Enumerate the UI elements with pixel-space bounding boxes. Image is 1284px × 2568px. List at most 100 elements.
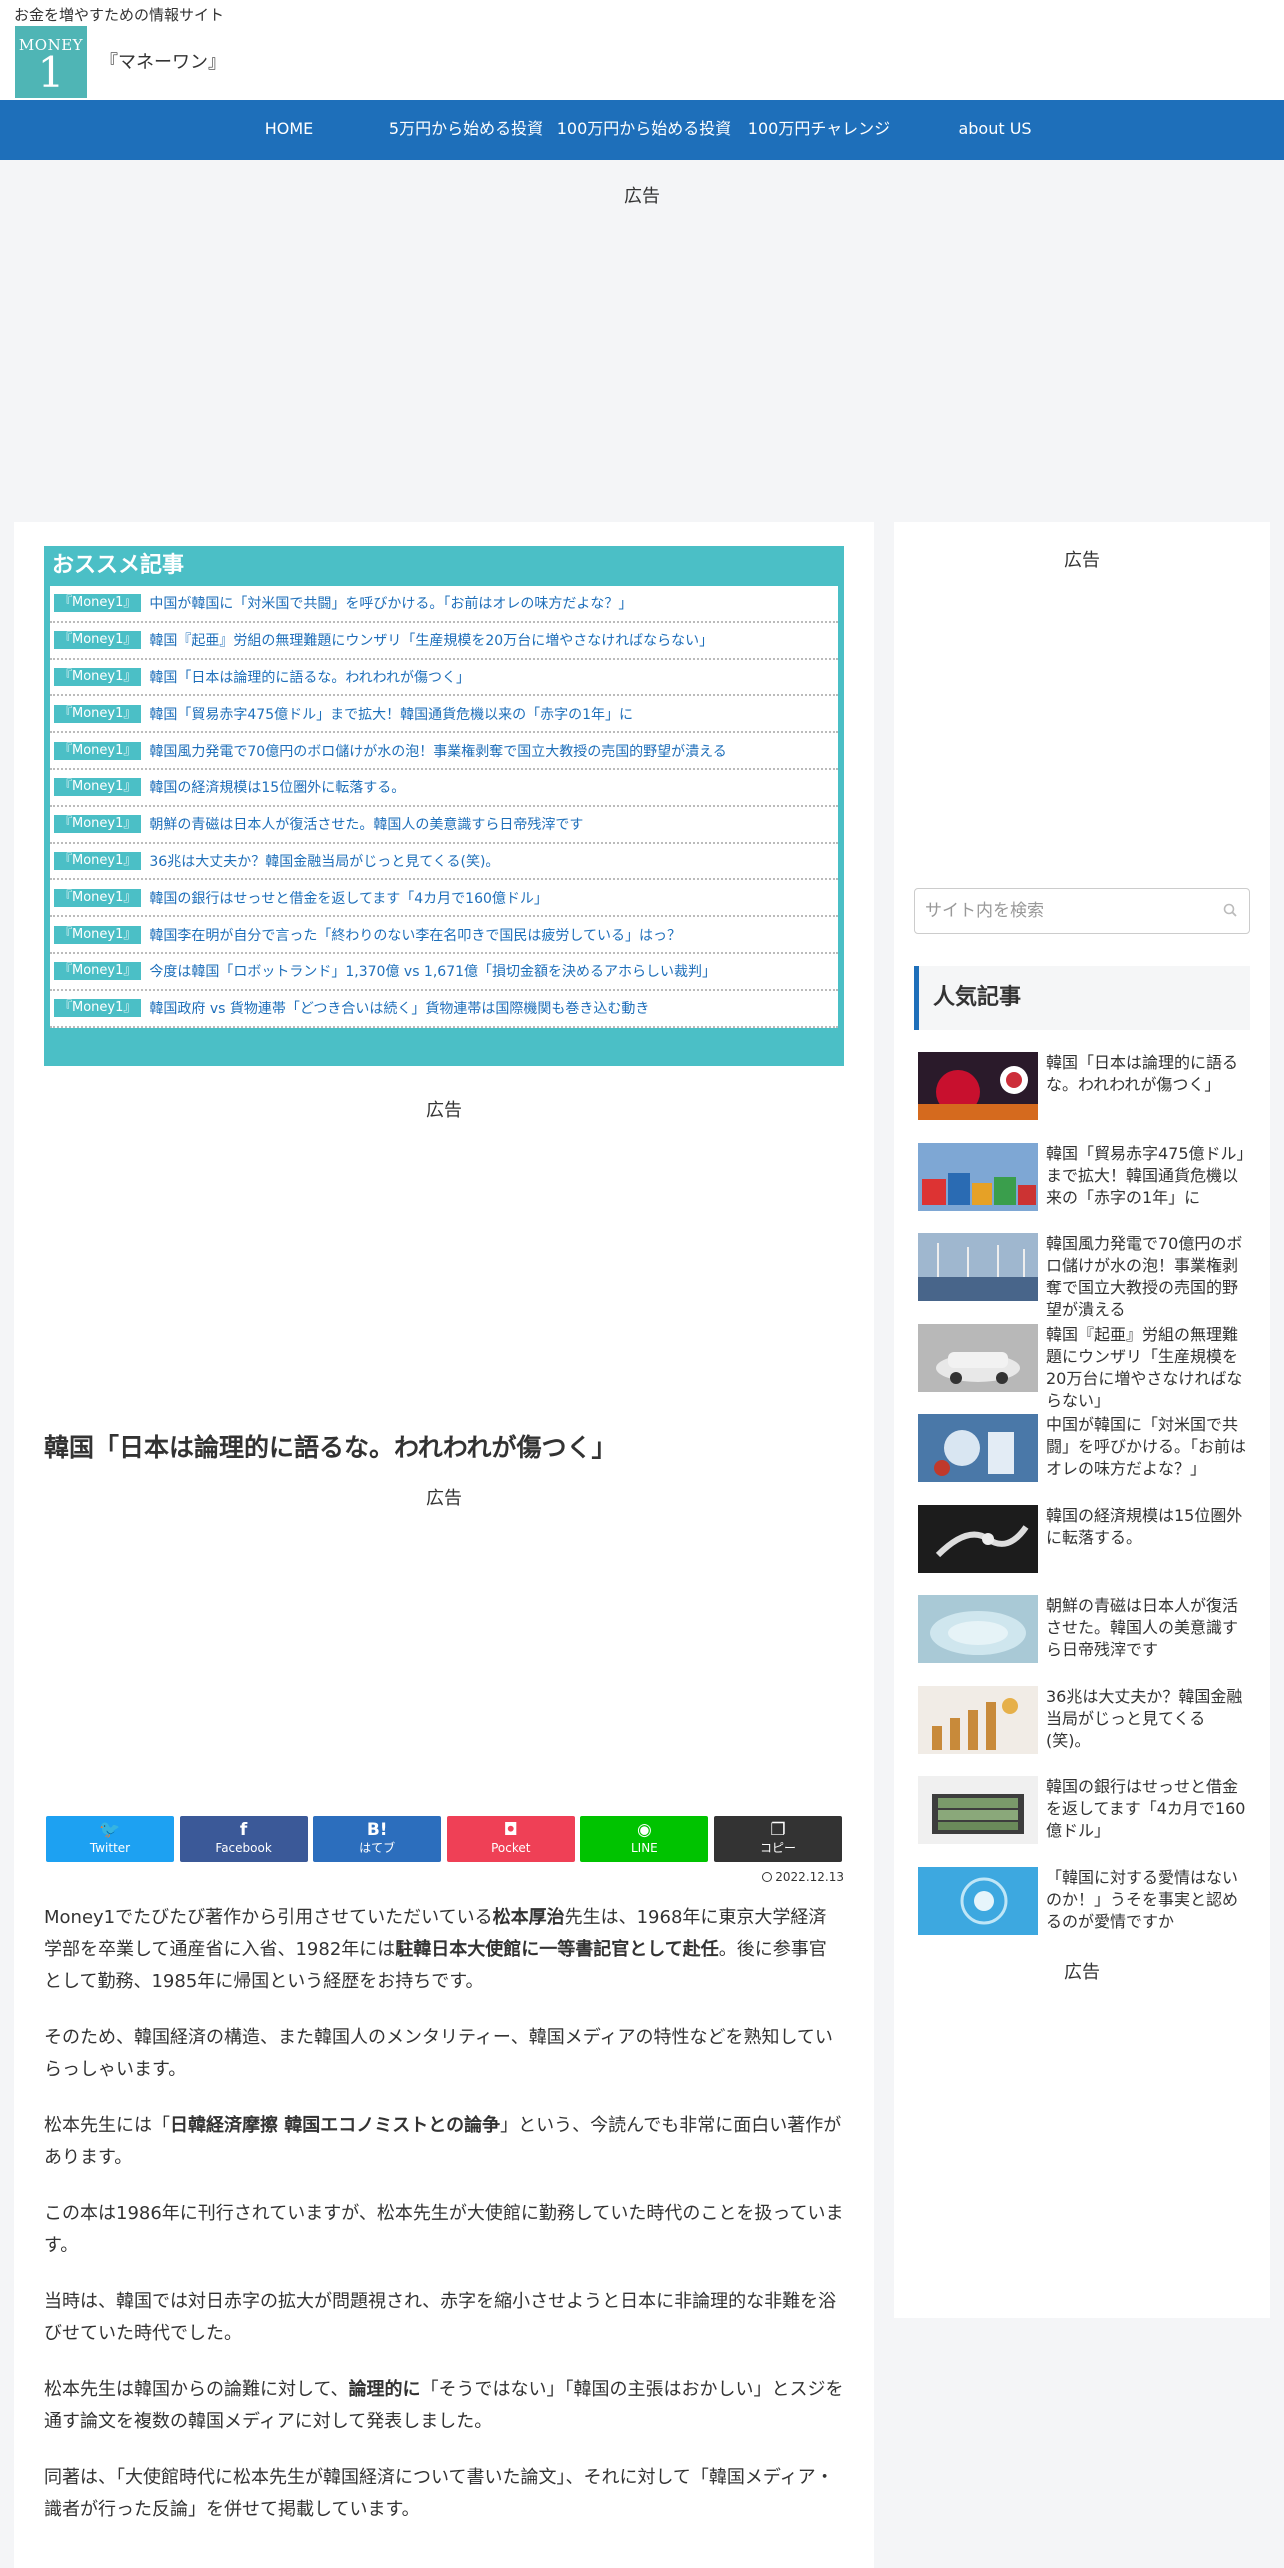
copy-icon: ❐ — [770, 1820, 786, 1840]
celadon-thumbnail[interactable] — [918, 1595, 1038, 1663]
share-copy-button[interactable]: ❐ コピー — [714, 1816, 842, 1862]
recommended-item[interactable]: 『Money1』 今度は韓国「ロボットランド」1,370億 vs 1,671億「損… — [50, 954, 838, 991]
recommended-link[interactable]: 韓国風力発電で70億円のボロ儲けが水の泡！事業権剥奪で国立大教授の売国的野望が潰… — [149, 741, 726, 761]
popular-heading-text: 人気記事 — [933, 985, 1022, 1010]
recommended-item[interactable]: 『Money1』 韓国政府 vs 貨物連帯「どつき合いは続く」貨物連帯は国際機関も… — [50, 991, 838, 1028]
car-thumbnail[interactable] — [918, 1323, 1038, 1392]
recommended-badge: 『Money1』 — [54, 925, 142, 944]
paragraph-text: Money1でたびたび著作から引用させていただいている — [44, 1907, 493, 1928]
share-twitter-button[interactable]: 🐦 Twitter — [46, 1816, 174, 1862]
popular-item[interactable]: 韓国風力発電で70億円のボロ儲けが水の泡！事業権剥奪で国立大教授の売国的野望が潰… — [918, 1233, 1248, 1319]
popular-item-title[interactable]: 韓国の銀行はせっせと借金を返してます「4カ月で160億ドル」 — [1046, 1776, 1248, 1842]
recommended-link[interactable]: 36兆は大丈夫か？韓国金融当局がじっと見てくる(笑)。 — [149, 851, 499, 871]
recommended-badge: 『Money1』 — [54, 851, 142, 870]
recommended-badge: 『Money1』 — [54, 999, 142, 1018]
popular-item[interactable]: 朝鮮の青磁は日本人が復活させた。韓国人の美意識すら日帝残滓です — [918, 1595, 1248, 1677]
share-line-button[interactable]: ◉ LINE — [580, 1816, 709, 1862]
popular-item[interactable]: 36兆は大丈夫か？韓国金融当局がじっと見てくる(笑)。 — [918, 1685, 1248, 1768]
blue-emblem-thumbnail[interactable] — [918, 1866, 1038, 1935]
recommended-badge: 『Money1』 — [54, 704, 142, 723]
main-nav: HOME 5万円から始める投資 100万円から始める投資 100万円チャレンジ … — [0, 100, 1284, 160]
banknotes-thumbnail[interactable] — [918, 1776, 1038, 1844]
recommended-item[interactable]: 『Money1』 朝鮮の青磁は日本人が復活させた。韓国人の美意識すら日帝残滓です — [50, 807, 838, 844]
wind-farm-thumbnail[interactable] — [918, 1233, 1038, 1301]
finance-chart-thumbnail[interactable] — [918, 1685, 1038, 1754]
lab-worker-thumbnail[interactable] — [918, 1414, 1038, 1482]
recommended-item[interactable]: 『Money1』 韓国「日本は論理的に語るな。われわれが傷つく」 — [50, 660, 838, 697]
paragraph-text: そのため、韓国経済の構造、また韓国人のメンタリティー、韓国メディアの特性などを熟… — [44, 2027, 833, 2080]
popular-item[interactable]: 韓国「貿易赤字475億ドル」まで拡大！韓国通貨危機以来の「赤字の1年」に — [918, 1142, 1248, 1225]
nav-invest-50k[interactable]: 5万円から始める投資 — [386, 100, 546, 160]
share-label: Pocket — [491, 1841, 531, 1855]
nav-about-us[interactable]: about US — [950, 100, 1040, 160]
recommended-link[interactable]: 今度は韓国「ロボットランド」1,370億 vs 1,671億「損切金額を決めるア… — [149, 961, 716, 981]
recommended-item[interactable]: 『Money1』 韓国風力発電で70億円のボロ儲けが水の泡！事業権剥奪で国立大教授… — [50, 733, 838, 770]
twitter-icon: 🐦 — [99, 1820, 121, 1840]
share-pocket-button[interactable]: ◘ Pocket — [446, 1816, 575, 1862]
nav-home[interactable]: HOME — [246, 100, 332, 160]
site-name[interactable]: 『マネーワン』 — [100, 48, 226, 74]
popular-item-title[interactable]: 韓国「日本は論理的に語るな。われわれが傷つく」 — [1046, 1052, 1248, 1096]
recommended-box: おススメ記事 『Money1』 中国が韓国に「対米国で共闘」を呼びかける。「お前は… — [44, 546, 844, 1066]
search-input[interactable] — [925, 889, 1215, 933]
article-paragraph: この本は1986年に刊行されていますが、松本先生が大使館に勤務していた時代のこと… — [44, 2198, 844, 2262]
popular-item[interactable]: 「韓国に対する愛情はないのか！」うそを事実と認めるのが愛情ですか — [918, 1866, 1248, 1949]
nav-invest-1m[interactable]: 100万円から始める投資 — [554, 100, 734, 160]
paragraph-text: この本は1986年に刊行されていますが、松本先生が大使館に勤務していた時代のこと… — [44, 2203, 844, 2256]
site-header: お金を増やすための情報サイト MONEY 1 『マネーワン』 — [0, 0, 1284, 100]
article-body: Money1でたびたび著作から引用させていただいている松本厚治先生は、1968年… — [44, 1902, 844, 2550]
recommended-item[interactable]: 『Money1』 韓国の経済規模は15位圏外に転落する。 — [50, 770, 838, 807]
line-icon: ◉ — [636, 1820, 652, 1840]
bold-text: 駐韓日本大使館に一等書記官として赴任 — [395, 1939, 719, 1960]
recommended-title: おススメ記事 — [52, 553, 185, 578]
article-title: 韓国「日本は論理的に語るな。われわれが傷つく」 — [44, 1433, 617, 1462]
sidebar: 広告 人気記事 韓国「日本は論理的に語るな。われわれが傷つく」韓国「貿易赤字47… — [894, 522, 1270, 2318]
recommended-link[interactable]: 中国が韓国に「対米国で共闘」を呼びかける。「お前はオレの味方だよな？」 — [149, 593, 632, 613]
recommended-link[interactable]: 朝鮮の青磁は日本人が復活させた。韓国人の美意識すら日帝残滓です — [149, 814, 583, 834]
korea-flag-thumbnail[interactable] — [918, 1052, 1038, 1120]
popular-item-title[interactable]: 韓国『起亜』労組の無理難題にウンザリ「生産規模を20万台に増やさなければならない… — [1046, 1324, 1248, 1412]
popular-item-title[interactable]: 朝鮮の青磁は日本人が復活させた。韓国人の美意識すら日帝残滓です — [1046, 1595, 1248, 1661]
popular-item[interactable]: 韓国の銀行はせっせと借金を返してます「4カ月で160億ドル」 — [918, 1776, 1248, 1858]
share-facebook-button[interactable]: f Facebook — [179, 1816, 308, 1862]
recommended-link[interactable]: 韓国『起亜』労組の無理難題にウンザリ「生産規模を20万台に増やさなければならない… — [149, 630, 713, 650]
popular-item-title[interactable]: 「韓国に対する愛情はないのか！」うそを事実と認めるのが愛情ですか — [1046, 1867, 1248, 1933]
recommended-link[interactable]: 韓国の銀行はせっせと借金を返してます「4カ月で160億ドル」 — [149, 888, 548, 908]
recommended-link[interactable]: 韓国の経済規模は15位圏外に転落する。 — [149, 777, 405, 797]
popular-item-title[interactable]: 中国が韓国に「対米国で共闘」を呼びかける。「お前はオレの味方だよな？」 — [1046, 1414, 1248, 1480]
recommended-link[interactable]: 韓国李在明が自分で言った「終わりのない李在名叩きで国民は疲労している」はっ？ — [149, 925, 681, 945]
recommended-badge: 『Money1』 — [54, 778, 142, 797]
economy-thumbnail[interactable] — [918, 1504, 1038, 1573]
paragraph-text: 松本先生は韓国からの論難に対して、 — [44, 2379, 349, 2400]
recommended-item[interactable]: 『Money1』 韓国の銀行はせっせと借金を返してます「4カ月で160億ドル」 — [50, 880, 838, 918]
recommended-link[interactable]: 韓国「貿易赤字475億ドル」まで拡大！韓国通貨危機以来の「赤字の1年」に — [149, 704, 633, 724]
popular-item[interactable]: 韓国「日本は論理的に語るな。われわれが傷つく」 — [918, 1052, 1248, 1134]
site-logo[interactable]: MONEY 1 — [15, 26, 87, 98]
recommended-link[interactable]: 韓国「日本は論理的に語るな。われわれが傷つく」 — [149, 667, 470, 687]
popular-item-title[interactable]: 韓国風力発電で70億円のボロ儲けが水の泡！事業権剥奪で国立大教授の売国的野望が潰… — [1046, 1233, 1248, 1321]
recommended-item[interactable]: 『Money1』 中国が韓国に「対米国で共闘」を呼びかける。「お前はオレの味方だよ… — [50, 586, 838, 623]
trade-containers-thumbnail[interactable] — [918, 1142, 1038, 1211]
top-ad-label: 広告 — [624, 186, 660, 207]
popular-item-title[interactable]: 韓国の経済規模は15位圏外に転落する。 — [1046, 1505, 1248, 1549]
nav-challenge-1m[interactable]: 100万円チャレンジ — [744, 100, 894, 160]
recommended-item[interactable]: 『Money1』 韓国李在明が自分で言った「終わりのない李在名叩きで国民は疲労して… — [50, 917, 838, 954]
recommended-link[interactable]: 韓国政府 vs 貨物連帯「どつき合いは続く」貨物連帯は国際機関も巻き込む動き — [149, 998, 649, 1018]
recommended-badge: 『Money1』 — [54, 594, 142, 613]
recommended-item[interactable]: 『Money1』 36兆は大丈夫か？韓国金融当局がじっと見てくる(笑)。 — [50, 844, 838, 881]
recommended-item[interactable]: 『Money1』 韓国「貿易赤字475億ドル」まで拡大！韓国通貨危機以来の「赤字の… — [50, 696, 838, 734]
recommended-badge: 『Money1』 — [54, 815, 142, 834]
share-hatena-button[interactable]: B! はてブ — [313, 1816, 442, 1862]
paragraph-text: 当時は、韓国では対日赤字の拡大が問題視され、赤字を縮小させようと日本に非論理的な… — [44, 2291, 837, 2344]
recommended-item[interactable]: 『Money1』 韓国『起亜』労組の無理難題にウンザリ「生産規模を20万台に増やさ… — [50, 623, 838, 660]
search-icon[interactable] — [1223, 903, 1237, 917]
popular-item-title[interactable]: 韓国「貿易赤字475億ドル」まで拡大！韓国通貨危機以来の「赤字の1年」に — [1046, 1143, 1248, 1209]
popular-item[interactable]: 韓国の経済規模は15位圏外に転落する。 — [918, 1504, 1248, 1587]
popular-item[interactable]: 中国が韓国に「対米国で共闘」を呼びかける。「お前はオレの味方だよな？」 — [918, 1414, 1248, 1496]
popular-heading: 人気記事 — [914, 966, 1250, 1030]
popular-item[interactable]: 韓国『起亜』労組の無理難題にウンザリ「生産規模を20万台に増やさなければならない… — [918, 1323, 1248, 1410]
recommended-badge: 『Money1』 — [54, 888, 142, 907]
share-label: はてブ — [359, 1841, 396, 1855]
sidebar-ad-label-2: 広告 — [1064, 1962, 1100, 1983]
popular-item-title[interactable]: 36兆は大丈夫か？韓国金融当局がじっと見てくる(笑)。 — [1046, 1686, 1248, 1752]
